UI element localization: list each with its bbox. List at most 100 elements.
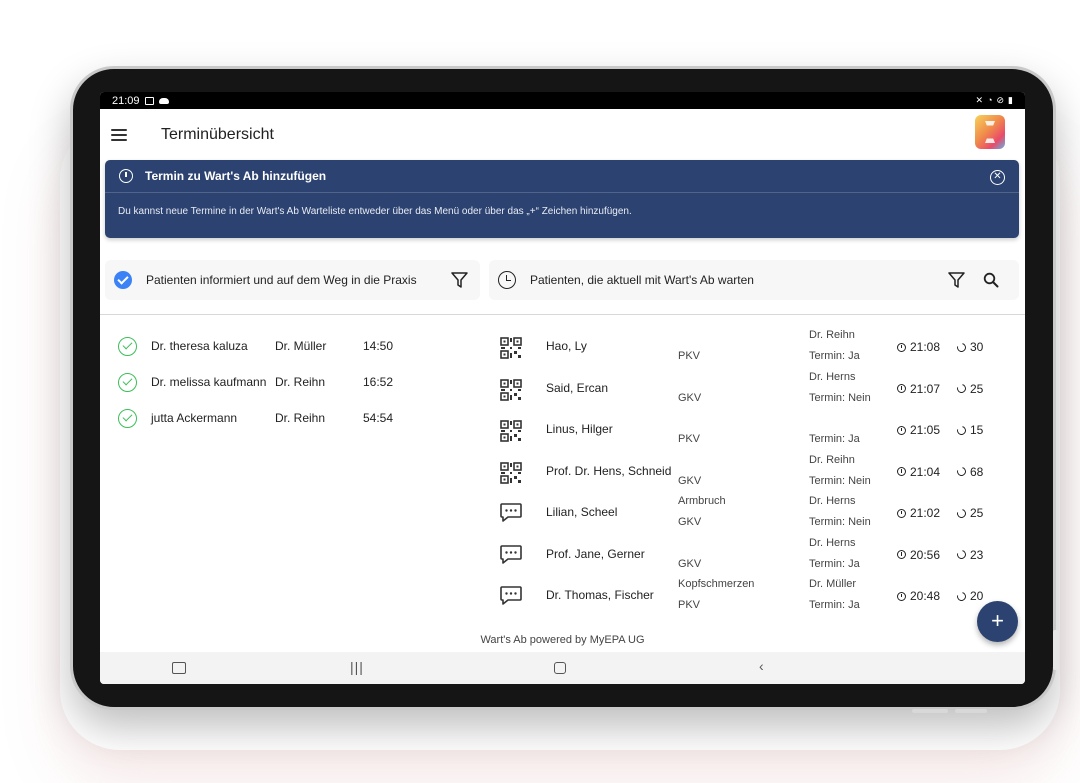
timer-icon — [955, 506, 968, 520]
device-button — [912, 709, 948, 713]
cloud-icon — [158, 97, 169, 104]
insurance-type: PKV — [678, 433, 701, 445]
complaint-note: Armbruch — [678, 495, 726, 507]
table-row[interactable]: Hao, Ly PKV Dr. Reihn Termin: Ja 21:08 30 — [489, 325, 1025, 367]
appointment-status: Termin: Ja — [809, 557, 860, 570]
info-banner: Termin zu Wart's Ab hinzufügen ✕ Du kann… — [105, 160, 1019, 238]
wait-duration: 68 — [955, 465, 983, 479]
wait-duration: 30 — [955, 340, 984, 354]
wait-duration: 15 — [955, 423, 984, 437]
wait-duration-value: 30 — [970, 340, 984, 354]
arrival-time-value: 21:04 — [910, 464, 941, 479]
wait-duration-value: 23 — [970, 547, 984, 562]
eta-time: 54:54 — [363, 411, 394, 425]
arrival-time: 21:04 — [897, 465, 940, 479]
check-icon — [118, 372, 137, 392]
clock-icon — [498, 271, 516, 289]
arrival-time: 21:07 — [897, 382, 940, 396]
check-icon — [118, 408, 137, 428]
arrival-time-value: 20:48 — [910, 589, 941, 603]
list-item[interactable]: jutta Ackermann Dr. Reihn 54:54 — [100, 400, 480, 436]
arrival-time: 21:02 — [897, 506, 940, 520]
footer-text: Wart's Ab powered by MyEPA UG — [480, 634, 645, 646]
status-icons: ✕ ◔ ⊘ ▮ — [976, 95, 1013, 106]
insurance-type: PKV — [678, 599, 701, 611]
wait-duration-value: 15 — [970, 423, 984, 437]
timer-icon — [955, 423, 968, 437]
close-icon[interactable]: ✕ — [990, 170, 1005, 185]
android-nav-bar: ||| ‹ — [100, 652, 1025, 684]
right-panel-title: Patienten, die aktuell mit Wart's Ab war… — [530, 273, 754, 287]
qr-code-icon — [500, 420, 522, 445]
recent-apps-icon[interactable]: ||| — [350, 659, 364, 675]
clock-icon — [897, 467, 906, 476]
timer-icon — [955, 548, 968, 561]
arrival-time: 20:48 — [897, 589, 940, 603]
mute-icon: ✕ — [975, 95, 984, 105]
home-icon[interactable] — [554, 661, 566, 677]
patient-name: Hao, Ly — [546, 339, 587, 353]
dnd-icon: ⊘ — [996, 95, 1005, 105]
tablet-screen: 21:09 ✕ ◔ ⊘ ▮ Terminübersicht Termin zu … — [100, 92, 1025, 684]
device-button — [955, 709, 987, 713]
app-bar: Terminübersicht — [100, 109, 1025, 160]
check-circle-icon — [114, 271, 132, 289]
table-row[interactable]: Lilian, Scheel Armbruch GKV Dr. Herns Termin… — [489, 491, 1025, 533]
arrival-time: 21:08 — [897, 340, 940, 354]
wait-duration: 25 — [955, 381, 984, 396]
clock-icon — [897, 425, 906, 435]
page-title: Terminübersicht — [161, 125, 274, 143]
wait-duration: 25 — [955, 506, 983, 520]
filter-icon[interactable] — [451, 272, 468, 288]
table-row[interactable]: Prof. Dr. Hens, Schneid GKV Dr. Reihn Termi… — [489, 450, 1025, 492]
eta-time: 14:50 — [363, 339, 394, 353]
qr-code-icon — [500, 378, 522, 404]
filter-icon[interactable] — [948, 272, 965, 288]
insurance-type: GKV — [678, 391, 702, 404]
banner-text: Du kannst neue Termine in der Wart's Ab … — [118, 206, 632, 217]
complaint-note: Kopfschmerzen — [678, 578, 755, 590]
chat-icon — [500, 586, 522, 609]
add-appointment-button[interactable]: + — [977, 601, 1018, 642]
banner-title: Termin zu Wart's Ab hinzufügen — [145, 169, 327, 183]
arrival-time-value: 20:56 — [910, 547, 941, 562]
waiting-patients-list: Hao, Ly PKV Dr. Reihn Termin: Ja 21:08 30 Said… — [489, 325, 1025, 616]
patient-name: jutta Ackermann — [151, 411, 238, 425]
appointment-status: Termin: Ja — [809, 350, 860, 362]
clock-icon — [897, 591, 906, 601]
appointment-status: Termin: Nein — [809, 391, 871, 404]
wait-duration-value: 25 — [970, 381, 984, 396]
patient-name: Prof. Dr. Hens, Schneid — [546, 463, 672, 478]
hamburger-menu-icon[interactable] — [111, 128, 127, 141]
appointment-status: Termin: Nein — [809, 516, 871, 528]
patient-name: Linus, Hilger — [546, 422, 613, 436]
wifi-icon: ◔ — [987, 95, 993, 105]
clock-icon — [897, 384, 906, 393]
appointment-status: Termin: Ja — [809, 433, 860, 445]
insurance-type: GKV — [678, 557, 702, 570]
arrival-time: 21:05 — [897, 423, 940, 437]
qr-code-icon — [500, 461, 522, 487]
table-row[interactable]: Said, Ercan GKV Dr. Herns Termin: Nein 21:07… — [489, 367, 1025, 409]
informed-patients-list: Dr. theresa kaluza Dr. Müller 14:50 Dr. … — [100, 328, 480, 436]
doctor-name: Dr. Müller — [275, 339, 327, 353]
insurance-type: GKV — [678, 474, 702, 487]
table-row[interactable]: Prof. Jane, Gerner GKV Dr. Herns Termin: Ja… — [489, 533, 1025, 575]
table-row[interactable]: Dr. Thomas, Fischer Kopfschmerzen PKV Dr. M… — [489, 574, 1025, 616]
back-icon[interactable]: ‹ — [759, 658, 764, 674]
clock-icon — [897, 550, 906, 559]
left-panel-title: Patienten informiert und auf dem Weg in … — [146, 273, 417, 287]
insurance-type: PKV — [678, 350, 701, 362]
qr-code-icon — [500, 337, 522, 362]
table-row[interactable]: Linus, Hilger PKV Termin: Ja 21:05 15 — [489, 408, 1025, 450]
app-logo — [975, 115, 1005, 149]
appointment-status: Termin: Ja — [809, 599, 860, 611]
search-icon[interactable] — [983, 272, 999, 288]
wait-duration: 23 — [955, 547, 984, 562]
arrival-time-value: 21:08 — [910, 340, 941, 354]
list-item[interactable]: Dr. melissa kaufmann Dr. Reihn 16:52 — [100, 364, 480, 400]
doctor-name: Dr. Herns — [809, 495, 856, 507]
list-item[interactable]: Dr. theresa kaluza Dr. Müller 14:50 — [100, 328, 480, 364]
screenshot-icon[interactable] — [172, 661, 186, 677]
patient-name: Dr. theresa kaluza — [151, 339, 248, 353]
